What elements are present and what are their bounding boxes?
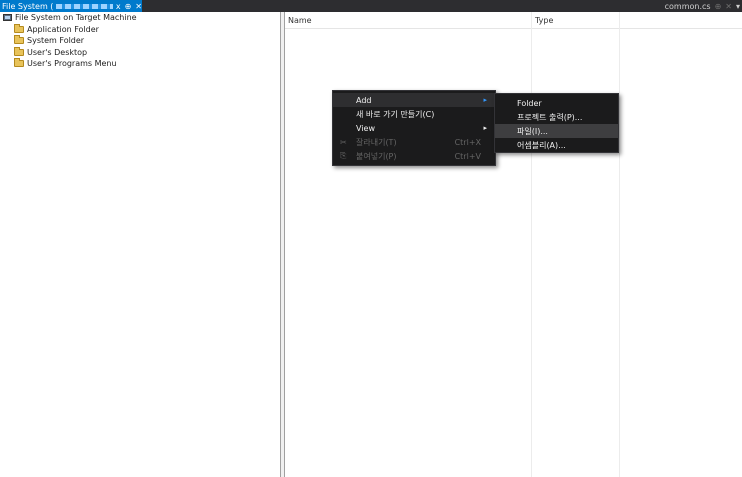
pin-icon[interactable]: ⊕: [125, 2, 132, 11]
chevron-right-icon: ▸: [483, 96, 487, 104]
file-system-tree[interactable]: File System on Target Machine Applicatio…: [0, 12, 281, 477]
menu-item-add[interactable]: Add ▸: [333, 93, 495, 107]
chevron-down-icon[interactable]: ▾: [736, 2, 740, 11]
folder-icon: [14, 46, 24, 56]
menu-item-view[interactable]: View ▸: [333, 121, 495, 135]
tree-item-label: System Folder: [27, 36, 85, 46]
tree-item-users-desktop[interactable]: User's Desktop: [0, 46, 280, 59]
menu-item-label: 프로젝트 출력(P)...: [517, 112, 583, 122]
menu-item-label: Add: [356, 95, 372, 105]
column-header-type[interactable]: Type: [535, 12, 553, 28]
submenu-item-assembly[interactable]: 어셈블리(A)...: [495, 138, 618, 152]
tree-item-application-folder[interactable]: Application Folder: [0, 23, 280, 36]
menu-item-shortcut: Ctrl+V: [454, 151, 481, 161]
tree-item-label: User's Desktop: [27, 47, 88, 57]
tab-common-cs-label: common.cs: [664, 1, 711, 11]
title-bar: File System ( x ⊕ ✕ common.cs ⊕ ✕ ▾: [0, 0, 742, 12]
scissors-icon: ✂: [340, 137, 347, 147]
add-submenu: Folder 프로젝트 출력(P)... 파일(I)... 어셈블리(A)...: [494, 93, 619, 153]
menu-item-label: View: [356, 123, 375, 133]
menu-item-label: 잘라내기(T): [356, 137, 397, 147]
column-header-name[interactable]: Name: [288, 12, 312, 28]
clipboard-icon: ⎘: [340, 151, 347, 160]
computer-icon: [3, 14, 12, 22]
context-menu: Add ▸ 새 바로 가기 만들기(C) View ▸ ✂ 잘라내기(T) Ct…: [332, 90, 496, 166]
close-icon[interactable]: ✕: [725, 2, 732, 11]
chevron-right-icon: ▸: [483, 124, 487, 132]
folder-icon: [14, 58, 24, 68]
menu-item-cut[interactable]: ✂ 잘라내기(T) Ctrl+X: [333, 135, 495, 149]
folder-icon: [14, 23, 24, 33]
submenu-item-project-output[interactable]: 프로젝트 출력(P)...: [495, 110, 618, 124]
submenu-item-file[interactable]: 파일(I)...: [495, 124, 618, 138]
pin-icon[interactable]: ⊕: [715, 2, 722, 11]
menu-item-create-shortcut[interactable]: 새 바로 가기 만들기(C): [333, 107, 495, 121]
tree-root-label: File System on Target Machine: [15, 13, 137, 23]
column-divider[interactable]: [619, 12, 620, 477]
tab-file-system[interactable]: File System ( x ⊕ ✕: [0, 0, 142, 12]
menu-item-paste[interactable]: ⎘ 붙여넣기(P) Ctrl+V: [333, 149, 495, 163]
menu-item-label: 어셈블리(A)...: [517, 140, 566, 150]
list-header: Name Type: [285, 12, 742, 29]
tree-root[interactable]: File System on Target Machine: [0, 12, 280, 24]
tab-common-cs[interactable]: common.cs ⊕ ✕ ▾: [665, 0, 740, 12]
tree-item-users-programs-menu[interactable]: User's Programs Menu: [0, 58, 280, 70]
tree-item-label: Application Folder: [27, 24, 99, 34]
close-icon[interactable]: ✕: [135, 2, 142, 11]
folder-icon: [14, 35, 24, 45]
tree-item-system-folder[interactable]: System Folder: [0, 35, 280, 47]
tree-item-label: User's Programs Menu: [27, 59, 117, 69]
file-list[interactable]: Name Type: [285, 12, 742, 477]
column-divider[interactable]: [531, 12, 532, 477]
menu-item-label: 새 바로 가기 만들기(C): [356, 109, 435, 119]
menu-item-shortcut: Ctrl+X: [454, 137, 481, 147]
menu-item-label: Folder: [517, 98, 542, 108]
menu-item-label: 파일(I)...: [517, 126, 548, 136]
submenu-item-folder[interactable]: Folder: [495, 96, 618, 110]
tab-label-suffix: x: [115, 1, 121, 11]
redacted-project-name: [56, 3, 113, 9]
tab-label: File System (: [2, 1, 54, 11]
menu-item-label: 붙여넣기(P): [356, 151, 397, 161]
